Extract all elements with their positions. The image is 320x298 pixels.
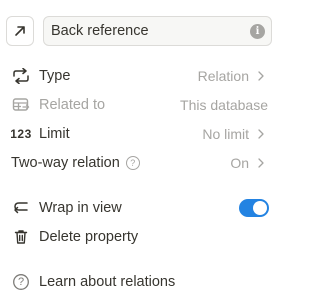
relation-type-icon <box>11 67 31 85</box>
type-label: Type <box>39 68 71 84</box>
help-circle-glyph: ? <box>17 276 25 288</box>
related-to-label: Related to <box>39 97 106 113</box>
delete-property-row[interactable]: Delete property <box>0 224 280 250</box>
limit-row[interactable]: 123 Limit No limit <box>0 121 280 147</box>
number-icon: 123 <box>10 127 32 141</box>
type-row[interactable]: Type Relation <box>0 63 280 89</box>
database-icon <box>11 96 31 114</box>
limit-value: No limit <box>202 126 249 142</box>
property-name-row: i <box>6 16 272 48</box>
two-way-relation-label-wrap: Two-way relation? <box>11 155 140 171</box>
two-way-relation-value: On <box>230 155 249 171</box>
chevron-right-icon <box>258 71 264 81</box>
arrow-up-right-icon <box>15 26 25 36</box>
property-name-field[interactable]: i <box>43 16 272 46</box>
two-way-relation-row[interactable]: Two-way relation? On <box>0 150 280 176</box>
type-value: Relation <box>197 68 249 84</box>
chevron-right-icon <box>258 158 264 168</box>
wrap-in-view-label: Wrap in view <box>39 200 122 216</box>
toggle-knob <box>253 201 267 215</box>
chevron-right-icon <box>258 129 264 139</box>
related-to-value: This database <box>180 97 268 113</box>
property-name-input[interactable] <box>44 17 244 45</box>
info-icon[interactable]: i <box>250 24 265 39</box>
help-icon[interactable]: ? <box>125 156 140 170</box>
trash-icon <box>11 228 31 246</box>
property-settings-panel: i Type Relation Related to This database <box>0 0 307 298</box>
wrap-arrow-icon <box>11 199 31 217</box>
two-way-relation-label: Two-way relation <box>11 155 120 171</box>
property-icon-button[interactable] <box>6 16 34 46</box>
learn-about-relations-row[interactable]: ? Learn about relations <box>0 269 280 295</box>
wrap-in-view-toggle[interactable] <box>239 199 269 217</box>
limit-label: Limit <box>39 126 70 142</box>
delete-property-label: Delete property <box>39 229 139 245</box>
wrap-in-view-row[interactable]: Wrap in view <box>0 195 280 221</box>
learn-about-relations-label: Learn about relations <box>39 274 176 290</box>
related-to-row: Related to This database <box>0 92 280 118</box>
help-circle-icon: ? <box>11 273 31 291</box>
